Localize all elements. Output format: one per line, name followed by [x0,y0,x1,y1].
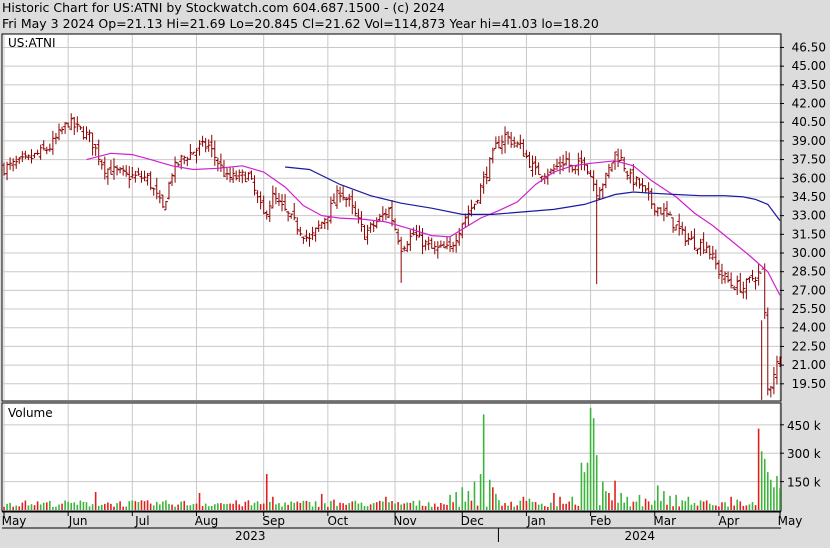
price-tick-label: 28.50 [792,265,826,279]
volume-panel-label: Volume [8,406,53,420]
price-tick-label: 22.50 [792,339,826,353]
volume-tick-label: 300 k [787,447,821,461]
month-label: May [2,514,27,528]
volume-y-axis: 450 k 300 k 150 k [780,419,821,490]
month-label: Jan [526,514,546,528]
price-tick-label: 43.50 [792,78,826,92]
price-tick-label: 31.50 [792,227,826,241]
price-tick-label: 45.00 [792,59,826,73]
month-label: Feb [590,514,611,528]
price-tick-label: 39.00 [792,134,826,148]
price-tick-label: 33.00 [792,209,826,223]
year-label: 2023 [235,529,266,543]
price-tick-label: 24.00 [792,321,826,335]
stock-chart: Historic Chart for US:ATNI by Stockwatch… [1,0,826,543]
chart-header-line1: Historic Chart for US:ATNI by Stockwatch… [2,0,445,15]
price-tick-label: 36.00 [792,171,826,185]
month-label: Oct [327,514,348,528]
price-tick-label: 42.00 [792,97,826,111]
price-tick-label: 46.50 [792,40,826,54]
price-tick-label: 40.50 [792,115,826,129]
month-label: May [778,514,803,528]
date-axis: May Jun Jul Aug Sep Oct Nov Dec Jan Feb Mar Apr May 2… [2,511,803,543]
price-tick-label: 37.50 [792,153,826,167]
month-label: Jul [134,514,149,528]
year-label: 2024 [624,529,655,543]
month-label: Jun [68,514,88,528]
chart-header-line2: Fri May 3 2024 Op=21.13 Hi=21.69 Lo=20.8… [2,16,599,31]
price-tick-label: 30.00 [792,246,826,260]
price-y-axis: 46.50 45.00 43.50 42.00 40.50 39.00 37.50 36.00… [780,40,826,391]
price-tick-label: 25.50 [792,302,826,316]
month-label: Dec [461,514,484,528]
volume-tick-label: 150 k [787,476,821,490]
month-label: Aug [195,514,218,528]
stock-chart-window: Historic Chart for US:ATNI by Stockwatch… [0,0,830,543]
month-label: Apr [719,514,740,528]
chart-symbol-label: US:ATNI [8,36,56,50]
price-tick-label: 27.00 [792,283,826,297]
price-tick-label: 34.50 [792,190,826,204]
price-tick-label: 19.50 [792,377,826,391]
month-label: Sep [262,514,285,528]
month-label: Nov [393,514,416,528]
month-label: Mar [653,514,676,528]
price-tick-label: 21.00 [792,358,826,372]
volume-tick-label: 450 k [787,419,821,433]
